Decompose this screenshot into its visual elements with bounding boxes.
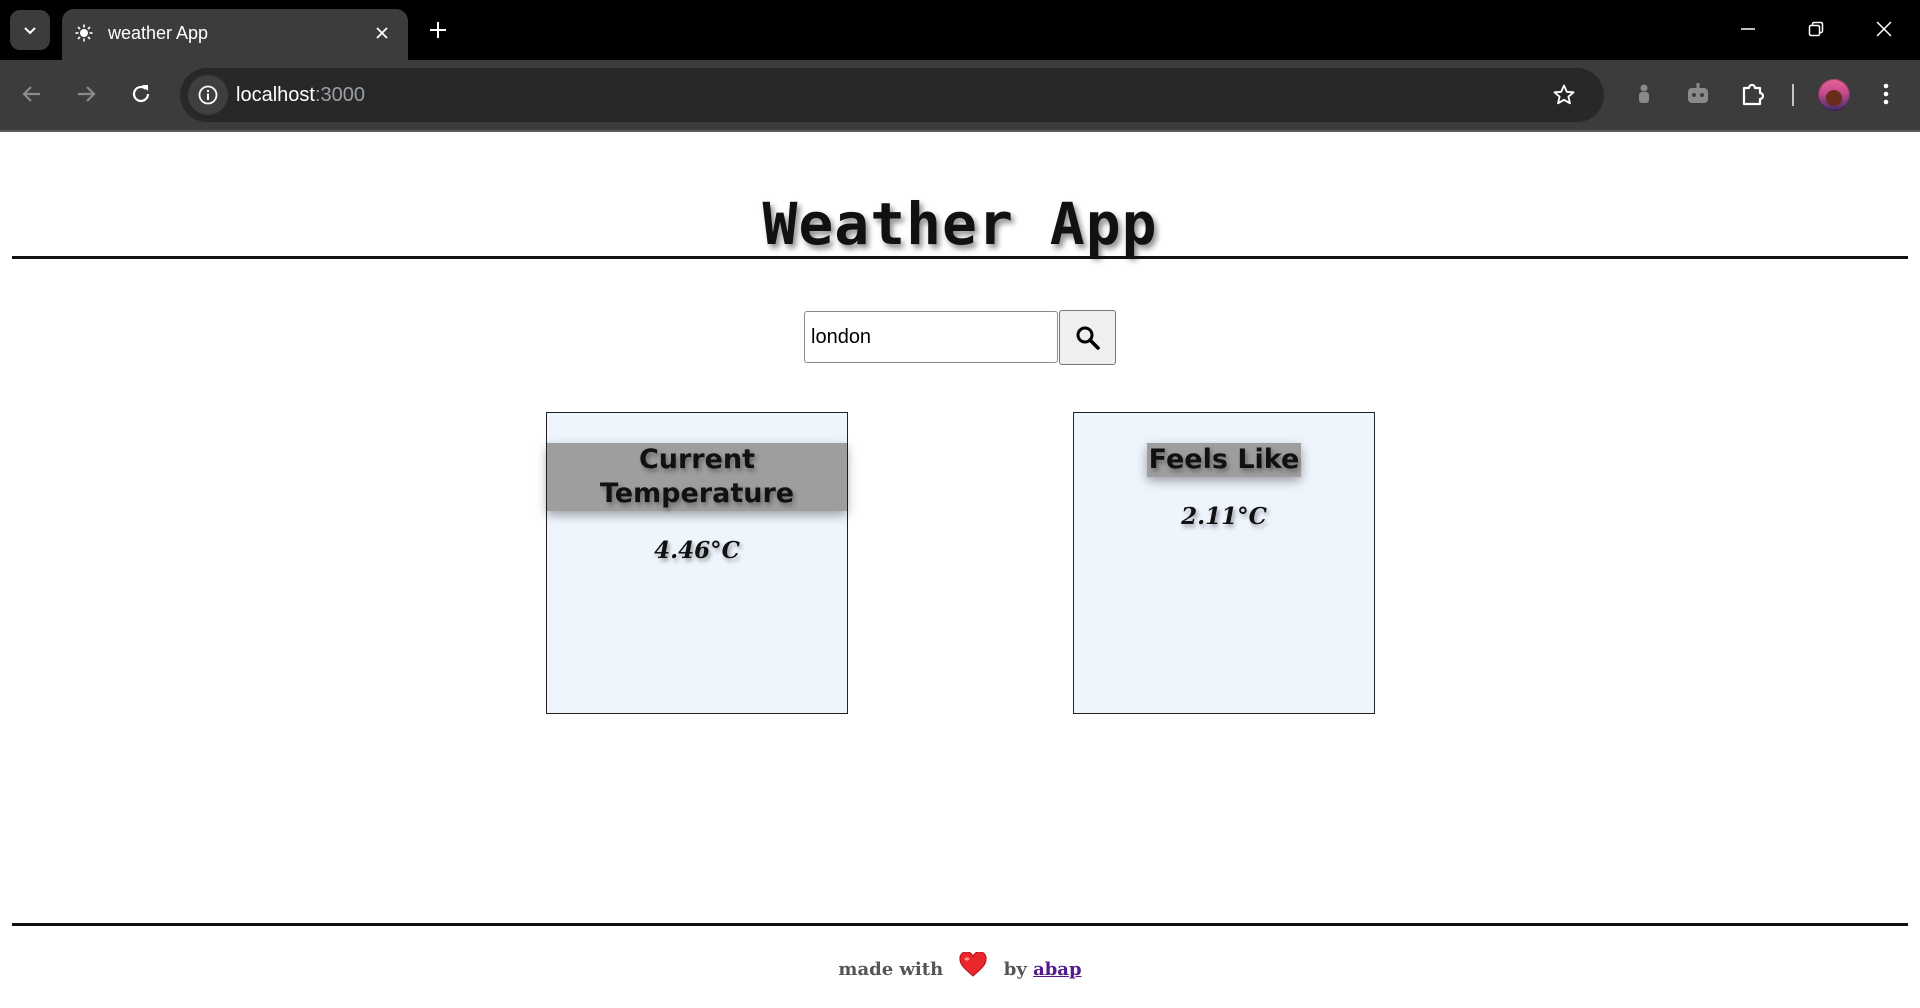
feels-like-card: Feels Like 2.11°C <box>1073 412 1375 714</box>
browser-tab-bar: weather App <box>0 0 1920 60</box>
footer: made with by abap <box>0 951 1920 988</box>
search-icon <box>1076 326 1100 350</box>
card-title: Current Temperature <box>547 443 847 511</box>
footer-by: by <box>1003 959 1027 980</box>
browser-toolbar: localhost:3000 <box>0 60 1920 132</box>
site-info-icon[interactable] <box>188 75 228 115</box>
search-button[interactable] <box>1059 310 1116 365</box>
back-button[interactable] <box>12 74 52 114</box>
minimize-button[interactable] <box>1714 0 1782 58</box>
current-temperature-value: 4.46°C <box>654 537 740 564</box>
minimize-icon <box>1741 28 1755 30</box>
forward-button[interactable] <box>66 74 106 114</box>
bookmark-star-icon[interactable] <box>1546 77 1582 113</box>
author-link[interactable]: abap <box>1033 959 1082 980</box>
tab-close-icon[interactable] <box>368 19 396 47</box>
tab-title: weather App <box>108 23 209 43</box>
tab-search-button[interactable] <box>10 10 50 50</box>
app-title: Weather App <box>762 190 1158 258</box>
url-text: localhost:3000 <box>236 82 365 108</box>
restore-icon <box>1808 21 1824 37</box>
puzzle-extensions-icon[interactable] <box>1733 74 1773 114</box>
extension-robot-icon[interactable] <box>1678 74 1718 114</box>
address-bar[interactable]: localhost:3000 <box>180 68 1604 122</box>
more-menu-icon[interactable] <box>1866 74 1906 114</box>
chevron-down-icon <box>24 27 36 35</box>
browser-tab[interactable]: weather App <box>62 9 408 60</box>
footer-prefix: made with <box>838 959 944 980</box>
footer-divider <box>12 923 1908 926</box>
new-tab-button[interactable] <box>424 12 452 48</box>
page-viewport: Weather App Current Temperature 4.46°C F… <box>0 131 1920 1008</box>
restore-button[interactable] <box>1782 0 1850 58</box>
plus-icon <box>430 22 446 38</box>
reload-button[interactable] <box>121 74 161 114</box>
toolbar-divider <box>1792 84 1794 106</box>
extension-icon[interactable] <box>1624 74 1664 114</box>
city-search-input[interactable] <box>804 311 1058 363</box>
heart-icon <box>959 951 988 988</box>
url-port: :3000 <box>314 84 365 106</box>
reload-icon <box>132 85 150 103</box>
header-divider <box>12 256 1908 259</box>
sun-favicon-icon <box>74 23 94 43</box>
back-arrow-icon <box>22 86 40 102</box>
current-temperature-card: Current Temperature 4.46°C <box>546 412 848 714</box>
url-host: localhost <box>236 84 315 106</box>
card-title: Feels Like <box>1146 443 1302 477</box>
forward-arrow-icon <box>78 86 96 102</box>
feels-like-value: 2.11°C <box>1181 503 1267 530</box>
window-close-icon <box>1876 21 1892 37</box>
profile-avatar[interactable] <box>1818 79 1850 111</box>
window-close-button[interactable] <box>1850 0 1918 58</box>
